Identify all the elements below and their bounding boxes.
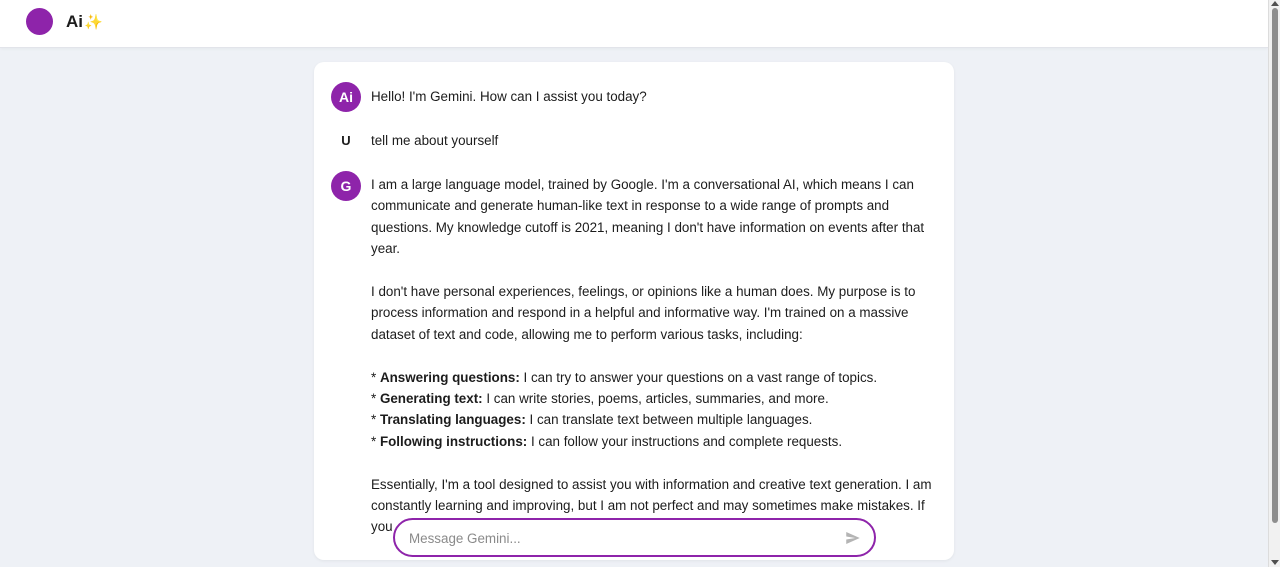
bullet-item: * Following instructions: I can follow y… [371, 431, 938, 452]
app-brand: Ai✨ [66, 12, 103, 32]
bullet-text: I can follow your instructions and compl… [527, 433, 843, 449]
bullet-title: Answering questions: [379, 369, 520, 385]
message-text: Hello! I'm Gemini. How can I assist you … [371, 89, 647, 104]
assistant-avatar: G [331, 171, 361, 201]
bullet-text: I can translate text between multiple la… [525, 412, 813, 428]
bullet-marker: * [371, 391, 380, 407]
bullet-text: I can write stories, poems, articles, su… [482, 391, 829, 407]
app-logo[interactable] [26, 8, 53, 35]
message-text: tell me about yourself [371, 133, 499, 148]
user-avatar: U [341, 133, 351, 148]
app-header: Ai✨ [0, 0, 1268, 48]
sparkle-icon: ✨ [84, 14, 103, 31]
scroll-up-arrow-icon[interactable] [1271, 1, 1279, 6]
bullet-title: Translating languages: [379, 412, 526, 428]
chat-panel: Ai Hello! I'm Gemini. How can I assist y… [314, 62, 954, 560]
bullet-marker: * [371, 433, 380, 449]
message-paragraph: I am a large language model, trained by … [371, 177, 925, 257]
scroll-thumb[interactable] [1272, 8, 1278, 523]
bullet-marker: * [371, 369, 380, 385]
bullet-title: Following instructions: [379, 433, 528, 449]
bullet-text: I can try to answer your questions on a … [519, 369, 878, 385]
brand-name: Ai [66, 12, 83, 31]
message-composer [393, 518, 876, 557]
message-input[interactable] [407, 520, 831, 557]
bullet-item: * Translating languages: I can translate… [371, 409, 938, 430]
scroll-down-arrow-icon[interactable] [1271, 560, 1279, 565]
bullet-marker: * [371, 412, 380, 428]
bullet-title: Generating text: [379, 391, 483, 407]
assistant-avatar: Ai [331, 82, 361, 112]
message-paragraph: I don't have personal experiences, feeli… [371, 284, 916, 342]
bullet-item: * Answering questions: I can try to answ… [371, 367, 938, 388]
bullet-item: * Generating text: I can write stories, … [371, 388, 938, 409]
message-body: I am a large language model, trained by … [371, 174, 938, 538]
page-scrollbar[interactable] [1268, 0, 1280, 567]
send-icon[interactable] [844, 529, 862, 547]
